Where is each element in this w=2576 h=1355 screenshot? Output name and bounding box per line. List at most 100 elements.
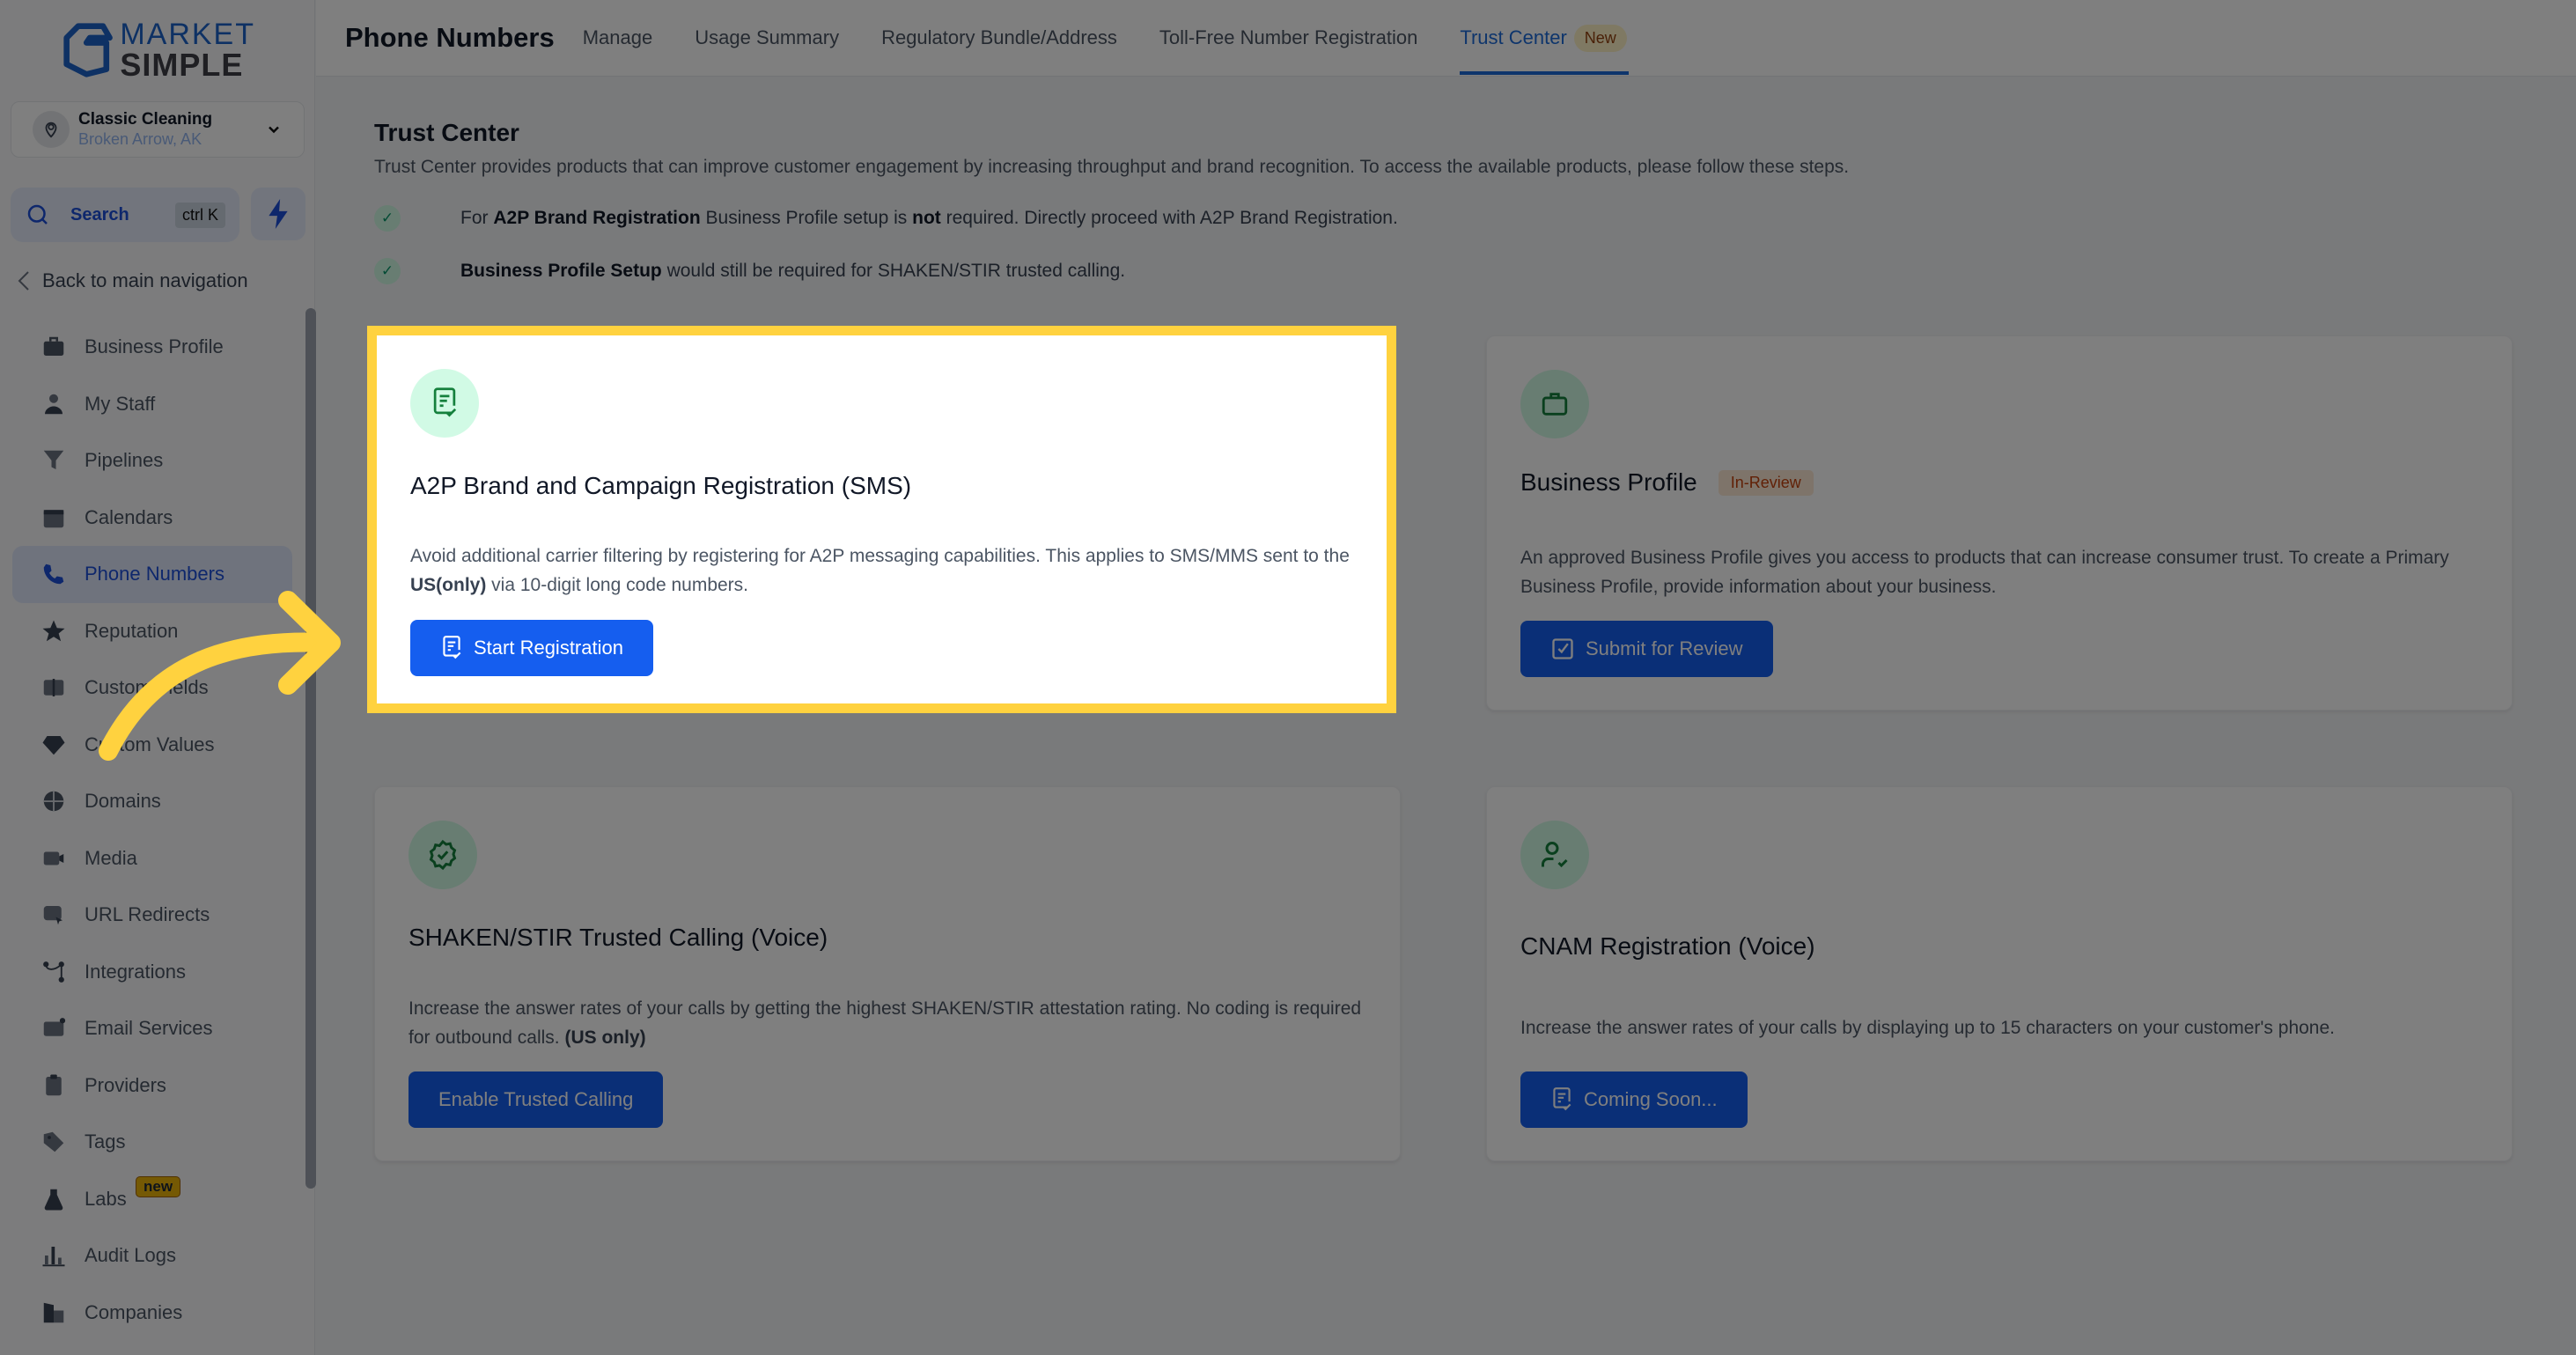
card-title: CNAM Registration (Voice) <box>1520 932 1815 960</box>
sidebar-item-calendars[interactable]: Calendars <box>12 490 292 547</box>
main-content: Trust Center Trust Center provides produ… <box>316 77 2576 1355</box>
globe-icon <box>39 786 69 816</box>
chevron-left-icon <box>18 271 29 291</box>
sidebar-item-labs[interactable]: Labs new <box>12 1171 292 1228</box>
step-bold: Business Profile Setup <box>460 261 662 281</box>
enable-trusted-calling-button[interactable]: Enable Trusted Calling <box>408 1071 664 1128</box>
step-item: ✓ Business Profile Setup would still be … <box>374 258 1125 284</box>
sidebar-item-phone-numbers[interactable]: Phone Numbers <box>12 546 292 603</box>
tab-manage[interactable]: Manage <box>583 0 653 77</box>
sidebar-item-custom-values[interactable]: Custom Values <box>12 717 292 774</box>
brand-logo[interactable]: MARKET SIMPLE <box>62 18 255 83</box>
tab-trust-center[interactable]: Trust Center New <box>1460 0 1630 77</box>
card-title: SHAKEN/STIR Trusted Calling (Voice) <box>408 924 828 951</box>
card-description: Increase the answer rates of your calls … <box>408 995 1366 1052</box>
sidebar-item-label: Tags <box>85 1130 126 1153</box>
sidebar-item-providers[interactable]: Providers <box>12 1057 292 1115</box>
sidebar-item-label: Integrations <box>85 960 186 983</box>
a2p-registration-card: A2P Brand and Campaign Registration (SMS… <box>377 335 1387 703</box>
search-icon <box>27 204 48 225</box>
card-description: Avoid additional carrier filtering by re… <box>410 542 1353 600</box>
step-item: ✓ For A2P Brand Registration Business Pr… <box>374 205 1398 232</box>
document-check-icon <box>443 636 461 659</box>
sidebar-item-custom-fields[interactable]: Custom Fields <box>12 659 292 717</box>
sidebar-item-media[interactable]: Media <box>12 830 292 887</box>
account-switcher[interactable]: Classic Cleaning Broken Arrow, AK <box>11 101 305 158</box>
sidebar-item-pipelines[interactable]: Pipelines <box>12 432 292 490</box>
lightning-icon <box>269 199 288 229</box>
account-location: Broken Arrow, AK <box>78 129 202 148</box>
desc-text: via 10-digit long code numbers. <box>486 574 748 595</box>
step-bold: not <box>912 208 941 228</box>
button-label: Submit for Review <box>1586 637 1743 659</box>
brand-line2: SIMPLE <box>120 47 244 83</box>
sidebar-item-label: Labs <box>85 1187 127 1210</box>
section-title: Trust Center <box>374 119 519 146</box>
building-icon <box>39 1298 69 1328</box>
tab-regulatory-bundle-address[interactable]: Regulatory Bundle/Address <box>881 0 1117 77</box>
document-check-icon <box>410 369 479 438</box>
calendar-icon <box>39 503 69 533</box>
cnam-card: CNAM Registration (Voice) Increase the a… <box>1486 786 2513 1161</box>
search-shortcut: ctrl K <box>174 202 225 228</box>
sidebar-item-label: Custom Values <box>85 733 215 755</box>
quick-actions-button[interactable] <box>251 188 305 240</box>
gem-icon <box>39 730 69 760</box>
tab-label: Trust Center <box>1460 26 1567 48</box>
desc-bold: US(only) <box>410 574 487 595</box>
card-description: Increase the answer rates of your calls … <box>1520 1018 2335 1038</box>
new-badge: New <box>1573 24 1627 52</box>
section-description: Trust Center provides products that can … <box>374 157 1850 177</box>
sidebar-item-email-services[interactable]: Email Services <box>12 1000 292 1057</box>
sidebar-item-integrations[interactable]: Integrations <box>12 944 292 1001</box>
back-to-main-nav[interactable]: Back to main navigation <box>18 269 248 292</box>
button-label: Coming Soon... <box>1584 1088 1718 1110</box>
coming-soon-button[interactable]: Coming Soon... <box>1520 1071 1748 1128</box>
document-check-icon <box>1553 1087 1571 1111</box>
sidebar-item-companies[interactable]: Companies <box>12 1285 292 1342</box>
integrations-icon <box>39 957 69 987</box>
sidebar-item-url-redirects[interactable]: URL Redirects <box>12 887 292 944</box>
check-icon: ✓ <box>374 258 401 284</box>
person-icon <box>39 389 69 419</box>
tab-usage-summary[interactable]: Usage Summary <box>695 0 839 77</box>
sidebar-item-my-staff[interactable]: My Staff <box>12 376 292 433</box>
sidebar-item-tags[interactable]: Tags <box>12 1114 292 1171</box>
top-header: Phone Numbers Manage Usage Summary Regulat… <box>316 0 2576 77</box>
desc-text: Avoid additional carrier filtering by re… <box>410 546 1350 566</box>
sidebar-item-business-profile[interactable]: Business Profile <box>12 319 292 376</box>
location-pin-icon <box>33 111 70 148</box>
sidebar-item-domains[interactable]: Domains <box>12 773 292 830</box>
page-title: Phone Numbers <box>345 22 555 53</box>
clipboard-check-icon <box>39 1071 69 1101</box>
a2p-card-highlight: A2P Brand and Campaign Registration (SMS… <box>367 326 1396 713</box>
sidebar-scrollbar[interactable] <box>305 308 316 1189</box>
search-button[interactable]: Search ctrl K <box>11 188 239 242</box>
field-icon <box>39 673 69 703</box>
sidebar-item-label: Email Services <box>85 1017 213 1040</box>
brand-line1: MARKET <box>120 18 255 51</box>
sidebar-item-audit-logs[interactable]: Audit Logs <box>12 1227 292 1285</box>
sidebar-item-label: Providers <box>85 1073 166 1096</box>
tab-label: Manage <box>582 26 653 48</box>
sidebar-item-label: Audit Logs <box>85 1244 176 1267</box>
shaken-stir-card: SHAKEN/STIR Trusted Calling (Voice) Incr… <box>374 786 1401 1161</box>
tab-label: Toll-Free Number Registration <box>1159 26 1418 48</box>
sidebar-nav: Business Profile My Staff Pipelines Calenda… <box>12 319 292 1341</box>
sidebar-item-label: Media <box>85 846 137 869</box>
start-registration-button[interactable]: Start Registration <box>410 620 653 676</box>
bar-chart-icon <box>39 1241 69 1270</box>
step-text: Business Profile setup is <box>700 208 913 228</box>
step-text: For <box>460 208 489 228</box>
search-label: Search <box>70 204 129 225</box>
briefcase-icon <box>39 332 69 362</box>
step-text: would still be required for SHAKEN/STIR … <box>661 261 1126 281</box>
checkbox-icon <box>1552 638 1573 659</box>
card-description: An approved Business Profile gives you a… <box>1520 548 2449 597</box>
button-label: Start Registration <box>474 637 623 659</box>
sidebar-item-reputation[interactable]: Reputation <box>12 603 292 660</box>
user-check-icon <box>1520 821 1589 889</box>
phone-icon <box>39 559 69 589</box>
submit-for-review-button[interactable]: Submit for Review <box>1520 621 1773 677</box>
tab-toll-free-number-registration[interactable]: Toll-Free Number Registration <box>1159 0 1417 77</box>
